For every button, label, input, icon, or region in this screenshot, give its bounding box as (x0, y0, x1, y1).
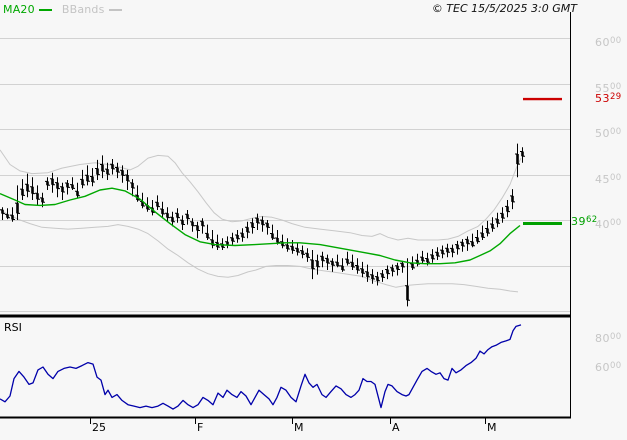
legend-bbands-label: BBands (61, 3, 105, 16)
price-axis-label: 4000 (595, 218, 622, 231)
x-axis-label: M (294, 421, 304, 434)
rsi-axis-label: 8000 (595, 332, 622, 345)
resistance-price-label: 5329 (595, 92, 622, 105)
rsi-axis-label: 6000 (595, 361, 622, 374)
price-axis-label: 6000 (595, 36, 622, 49)
rsi-panel-label: RSI (4, 321, 22, 334)
support-price-label: 3962 (571, 215, 598, 228)
copyright-text: © TEC 15/5/2025 3:0 GMT (431, 2, 577, 15)
x-axis-label: F (197, 421, 204, 434)
x-axis-label: 25 (92, 421, 106, 434)
price-axis-label: 5000 (595, 127, 622, 140)
x-axis-label: M (487, 421, 497, 434)
legend-ma20-label: MA20 (3, 3, 35, 16)
price-axis-label: 4500 (595, 173, 622, 186)
legend: MA20 BBands (3, 4, 122, 15)
legend-bbands-swatch (108, 8, 122, 11)
legend-ma20-swatch (38, 8, 52, 11)
x-axis-label: A (392, 421, 400, 434)
chart-window: MA20 BBands © TEC 15/5/2025 3:0 GMT RSI … (0, 0, 627, 440)
chart-canvas (0, 12, 572, 424)
